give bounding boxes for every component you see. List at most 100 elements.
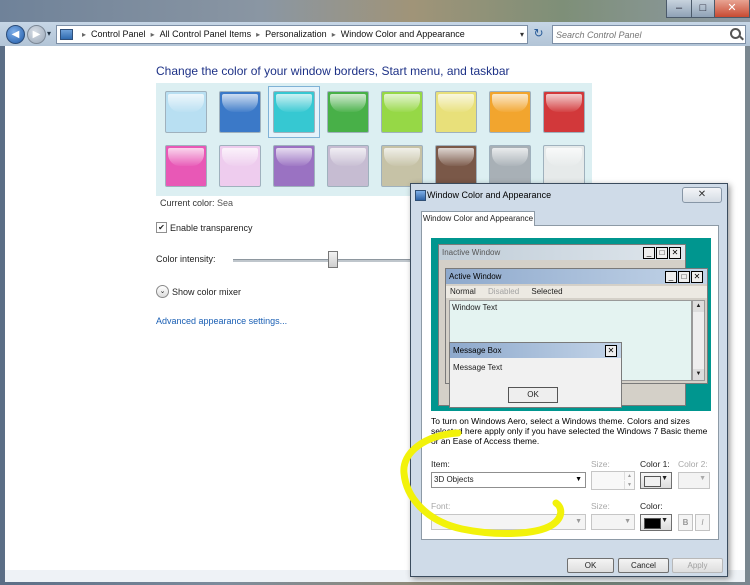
cancel-button[interactable]: Cancel [618,558,669,573]
font-select[interactable]: ▼ [431,514,586,530]
dialog-tab-page: Inactive Window _ □ ✕ Active Window _ □ … [421,225,719,540]
maximize-button[interactable]: □ [691,0,715,18]
transparency-label[interactable]: Enable transparency [170,223,253,233]
color-mixer-toggle[interactable]: ⌄ Show color mixer [156,285,241,298]
control-panel-icon [60,29,73,40]
color-swatch[interactable] [489,145,531,187]
address-bar[interactable]: ▸ Control Panel ▸ All Control Panel Items ▸ P… [56,25,528,44]
size-label: Size: [591,459,610,469]
breadcrumb-all-items[interactable]: All Control Panel Items [160,29,252,39]
font-color-picker[interactable]: ▼ [640,514,672,531]
font-size-arrow-icon[interactable]: ▼ [624,515,631,529]
message-box-close-icon: ✕ [605,345,617,357]
appearance-preview[interactable]: Inactive Window _ □ ✕ Active Window _ □ … [431,238,711,411]
ok-button[interactable]: OK [567,558,614,573]
search-input[interactable] [553,26,729,43]
navigation-bar: ◀ ▶ ▾ ▸ Control Panel ▸ All Control Panel I… [0,22,750,46]
forward-button[interactable]: ▶ [27,25,46,44]
breadcrumb-separator[interactable]: ▸ [256,30,260,39]
recent-pages-dropdown[interactable]: ▾ [47,29,51,38]
color-swatch[interactable] [273,91,315,133]
minimize-button[interactable]: – [666,0,692,18]
font-size-select[interactable]: ▼ [591,514,635,530]
breadcrumb-window-color[interactable]: Window Color and Appearance [341,29,465,39]
intensity-label: Color intensity: [156,254,216,264]
scroll-down-icon: ▼ [693,369,704,380]
color-swatch[interactable] [435,145,477,187]
intensity-slider-thumb[interactable] [328,251,338,268]
inactive-max-icon: □ [656,247,668,259]
italic-button[interactable]: I [695,514,710,531]
dialog-title: Window Color and Appearance [427,190,552,200]
back-button[interactable]: ◀ [6,25,25,44]
bold-button[interactable]: B [678,514,693,531]
color-swatch[interactable] [273,145,315,187]
color-swatch[interactable] [381,91,423,133]
spin-down-icon[interactable]: ▼ [624,481,634,489]
color-swatch[interactable] [219,145,261,187]
active-close-icon: ✕ [691,271,703,283]
chevron-down-icon[interactable]: ⌄ [156,285,169,298]
color1-picker[interactable]: ▼ [640,472,672,489]
address-dropdown-icon[interactable]: ▾ [520,26,524,43]
menu-disabled: Disabled [488,287,520,296]
font-color-label: Color: [640,501,663,511]
font-label: Font: [431,501,451,511]
spin-up-icon[interactable]: ▲ [624,472,634,480]
transparency-checkbox[interactable]: ✔ [156,222,167,234]
color2-arrow-icon[interactable]: ▼ [699,475,706,482]
breadcrumb-separator[interactable]: ▸ [332,30,336,39]
refresh-button[interactable]: ↻ [529,25,548,44]
advanced-appearance-link[interactable]: Advanced appearance settings... [156,316,287,326]
color-swatch-panel [156,83,592,196]
color-swatch[interactable] [543,91,585,133]
current-color-text: Current color: Sea [160,198,233,208]
color2-label: Color 2: [678,459,708,469]
page-title: Change the color of your window borders,… [156,64,510,78]
item-select-arrow-icon[interactable]: ▼ [575,473,582,487]
menu-selected: Selected [531,287,563,296]
message-box-title: Message Box [450,343,621,358]
item-select[interactable]: 3D Objects ▼ [431,472,586,488]
preview-message-box: Message Box ✕ Message Text OK [449,342,622,408]
preview-scrollbar: ▲ ▼ [692,300,705,381]
transparency-row[interactable]: ✔ Enable transparency [156,222,253,234]
color-swatch[interactable] [489,91,531,133]
apply-button[interactable]: Apply [672,558,723,573]
color-swatch[interactable] [327,91,369,133]
inactive-close-icon: ✕ [669,247,681,259]
color2-picker[interactable]: ▼ [678,472,710,489]
search-icon[interactable] [730,28,741,39]
size-spinner[interactable]: ▲ ▼ [591,471,635,490]
menu-normal: Normal [450,287,476,296]
message-box-ok: OK [508,387,558,403]
color-mixer-label[interactable]: Show color mixer [172,287,241,297]
title-bar: – □ ✕ [0,0,750,22]
font-select-arrow-icon[interactable]: ▼ [575,515,582,529]
color1-arrow-icon[interactable]: ▼ [661,475,668,482]
intensity-slider-track[interactable] [233,259,413,262]
scroll-up-icon: ▲ [693,301,704,312]
breadcrumb-separator[interactable]: ▸ [151,30,155,39]
font-color-chip [644,518,661,529]
color-swatch[interactable] [543,145,585,187]
close-button[interactable]: ✕ [714,0,750,18]
item-label: Item: [431,459,450,469]
breadcrumb-personalization[interactable]: Personalization [265,29,327,39]
color-swatch[interactable] [381,145,423,187]
font-color-arrow-icon[interactable]: ▼ [661,517,668,524]
active-min-icon: _ [665,271,677,283]
search-box[interactable] [552,25,746,44]
breadcrumb-control-panel[interactable]: Control Panel [91,29,146,39]
color1-label: Color 1: [640,459,670,469]
font-size-label: Size: [591,501,610,511]
breadcrumb-separator: ▸ [82,30,87,39]
color-swatch[interactable] [327,145,369,187]
message-text: Message Text [453,363,503,372]
dialog-close-button[interactable]: ✕ [682,187,722,203]
tab-window-color[interactable]: Window Color and Appearance [421,211,535,226]
color-swatch[interactable] [165,145,207,187]
color-swatch[interactable] [165,91,207,133]
color-swatch[interactable] [219,91,261,133]
color-swatch[interactable] [435,91,477,133]
